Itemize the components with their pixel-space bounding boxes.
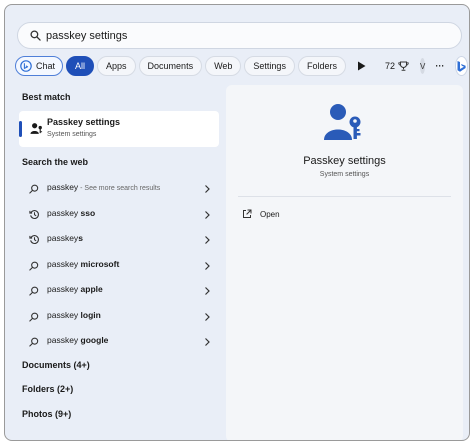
passkey-settings-icon	[323, 102, 365, 149]
preview-subtitle: System settings	[319, 171, 370, 178]
filter-documents[interactable]: Documents	[138, 56, 203, 76]
web-result-text: passkey sso	[47, 208, 96, 218]
filter-web[interactable]: Web	[205, 56, 242, 76]
bing-chat-icon	[20, 60, 32, 72]
web-result-text: passkeys	[47, 233, 83, 243]
photos-header[interactable]: Photos (9+)	[22, 409, 71, 419]
web-result-text: passkey google	[47, 335, 109, 345]
web-result-3[interactable]: passkey microsoft	[19, 252, 215, 276]
search-input[interactable]	[46, 29, 426, 42]
search-icon	[29, 258, 39, 276]
open-action[interactable]: Open	[242, 209, 280, 219]
best-match-header: Best match	[22, 92, 71, 102]
search-icon	[29, 309, 39, 327]
selection-indicator	[19, 121, 22, 137]
history-icon	[29, 207, 40, 225]
web-result-text: passkey login	[47, 310, 101, 320]
search-icon	[29, 334, 39, 352]
divider	[238, 196, 451, 197]
play-more-filters-icon[interactable]	[357, 61, 366, 71]
web-result-1[interactable]: passkey sso	[19, 201, 215, 225]
bing-icon[interactable]	[455, 56, 469, 76]
preview-title: Passkey settings	[303, 155, 386, 167]
filter-apps[interactable]: Apps	[97, 56, 136, 76]
account-avatar[interactable]: V	[419, 58, 426, 74]
chevron-right-icon[interactable]	[203, 181, 211, 199]
search-icon	[29, 283, 39, 301]
chevron-right-icon[interactable]	[203, 283, 211, 301]
best-match-title: Passkey settings	[47, 117, 121, 127]
history-icon	[29, 232, 40, 250]
web-result-6[interactable]: passkey google	[19, 328, 215, 352]
chat-label: Chat	[36, 61, 56, 71]
web-result-0[interactable]: passkey - See more search results	[19, 175, 215, 199]
web-result-text: passkey - See more search results	[47, 182, 161, 192]
search-the-web-header: Search the web	[22, 157, 89, 167]
filter-folders[interactable]: Folders	[297, 56, 346, 76]
documents-header[interactable]: Documents (4+)	[22, 360, 90, 370]
search-box[interactable]	[17, 22, 462, 49]
chevron-right-icon[interactable]	[203, 232, 211, 250]
rewards-points[interactable]: 72	[385, 61, 409, 71]
points-value: 72	[384, 61, 395, 71]
chevron-right-icon[interactable]	[203, 334, 211, 352]
filter-settings[interactable]: Settings	[244, 56, 295, 76]
more-options-icon[interactable]: ···	[435, 61, 444, 71]
results-list: Best match Passkey settings System setti…	[17, 85, 223, 440]
best-match-item[interactable]: Passkey settings System settings	[19, 111, 219, 147]
folders-header[interactable]: Folders (2+)	[22, 384, 73, 394]
filter-bar: Chat All Apps Documents Web Settings Fol…	[15, 55, 469, 77]
web-result-text: passkey microsoft	[47, 259, 120, 269]
chat-button[interactable]: Chat	[15, 56, 64, 76]
web-result-5[interactable]: passkey login	[19, 303, 215, 327]
open-external-icon	[242, 209, 252, 219]
chevron-right-icon[interactable]	[203, 207, 211, 225]
web-result-text: passkey apple	[47, 284, 103, 294]
passkey-user-icon	[30, 122, 43, 140]
open-label: Open	[260, 209, 280, 219]
preview-pane: Passkey settings System settings Open	[226, 85, 463, 440]
trophy-icon	[398, 61, 409, 71]
web-result-2[interactable]: passkeys	[19, 226, 215, 250]
filter-all[interactable]: All	[66, 56, 95, 76]
web-result-4[interactable]: passkey apple	[19, 277, 215, 301]
chevron-right-icon[interactable]	[203, 309, 211, 327]
search-icon	[29, 181, 39, 199]
best-match-subtitle: System settings	[47, 131, 97, 138]
search-icon	[24, 30, 46, 41]
chevron-right-icon[interactable]	[203, 258, 211, 276]
start-search-window: Chat All Apps Documents Web Settings Fol…	[4, 4, 470, 441]
